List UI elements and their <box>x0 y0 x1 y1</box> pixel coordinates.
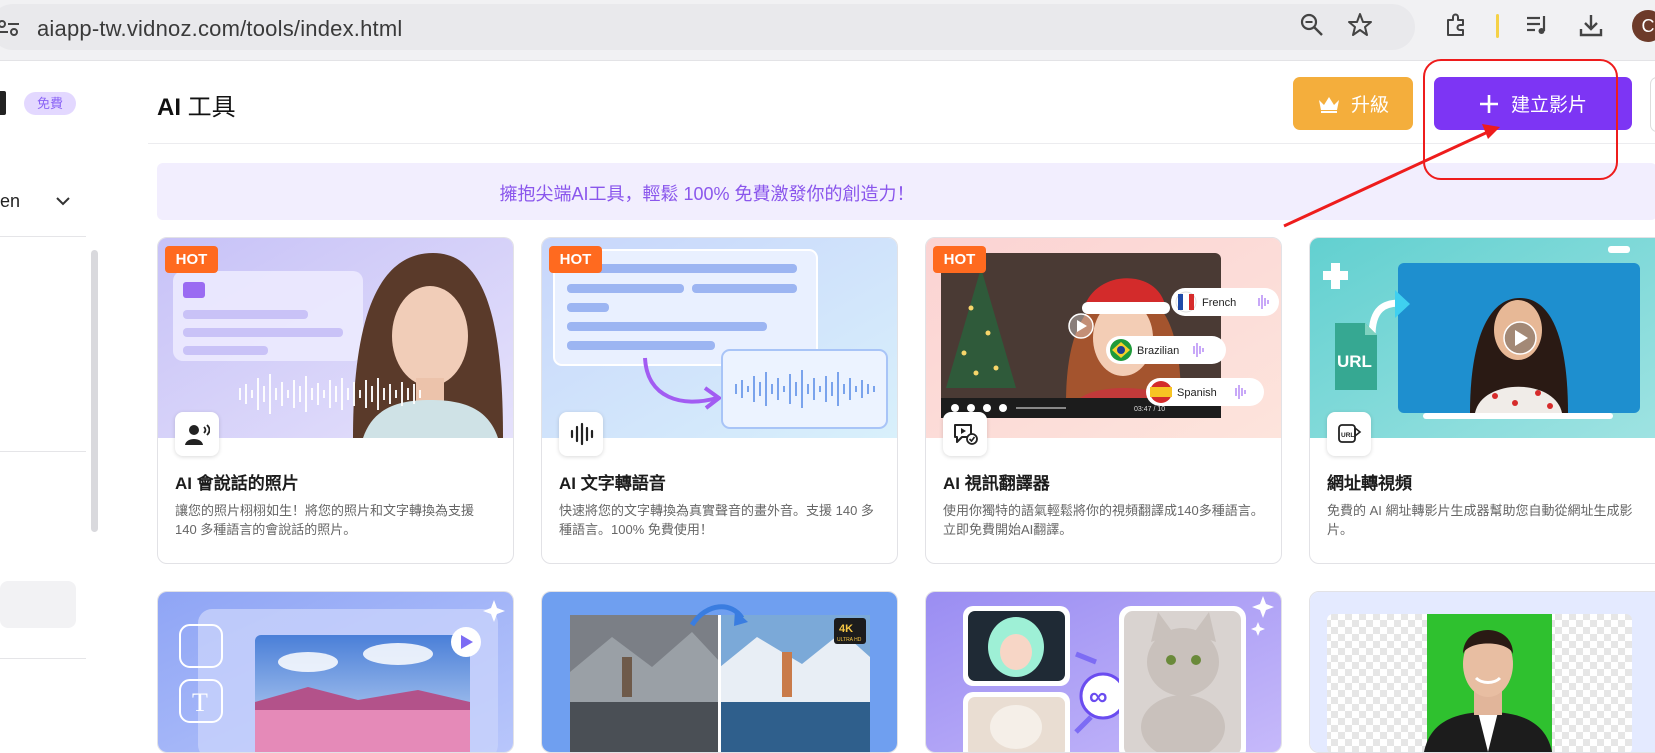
url-video-icon: URL <box>1327 412 1371 456</box>
svg-text:∞: ∞ <box>1089 681 1108 711</box>
banner-text: 擁抱尖端AI工具，輕鬆 100% 免費激發你的創造力！ <box>499 184 915 204</box>
audio-waveform-icon <box>559 412 603 456</box>
card-thumbnail: ∞ <box>926 592 1281 752</box>
card-thumbnail: 03:47 / 10 French Brazilian Spanish HOT <box>926 238 1281 438</box>
card-thumbnail <box>1310 592 1655 752</box>
talking-head-icon <box>175 412 219 456</box>
language-pill-french: French <box>1171 288 1279 316</box>
svg-text:French: French <box>1202 297 1236 309</box>
card-title: AI 視訊翻譯器 <box>943 474 1050 493</box>
card-thumbnail: URL <box>1310 238 1655 438</box>
card-thumbnail: T <box>158 592 513 752</box>
card-description: 使用你獨特的語氣輕鬆將你的視頻翻譯成140多種語言。立即免費開始AI翻譯。 <box>943 503 1264 537</box>
free-badge: 免費 <box>24 92 76 115</box>
card-description: 讓您的照片栩栩如生！將您的照片和文字轉換為支援 140 多種語言的會說話的照片。 <box>175 503 475 537</box>
extensions-icon[interactable] <box>1443 12 1469 38</box>
sidebar-divider <box>0 451 86 452</box>
bookmark-star-icon[interactable] <box>1347 12 1373 38</box>
annotation-highlight-box <box>1423 59 1618 180</box>
toolbar-separator <box>1496 14 1499 38</box>
media-playlist-icon[interactable] <box>1524 12 1550 38</box>
tool-card-ai-style-transfer[interactable]: ∞ <box>925 591 1282 753</box>
sidebar-scrollbar[interactable] <box>91 250 98 532</box>
card-thumbnail: HOT <box>542 238 897 438</box>
upgrade-label: 升級 <box>1350 95 1389 116</box>
card-description: 快速將您的文字轉換為真實聲音的畫外音。支援 140 多種語言。100% 免費使用… <box>559 503 874 537</box>
sidebar-divider <box>0 236 86 237</box>
svg-text:Spanish: Spanish <box>1177 387 1217 399</box>
zoom-icon[interactable] <box>1299 12 1325 38</box>
video-timecode: 03:47 / 10 <box>1134 406 1165 413</box>
hot-badge: HOT <box>165 246 218 273</box>
tool-card-background-remover[interactable] <box>1309 591 1655 753</box>
ultra-hd-label: ULTRA HD <box>837 637 862 643</box>
site-info-icon[interactable] <box>0 19 20 37</box>
tool-card-text-to-speech[interactable]: HOT AI 文字轉語音 快速將您的文字轉換為真實聲音的畫外音。支援 140 多… <box>541 237 898 564</box>
card-thumbnail: HOT <box>158 238 513 438</box>
tool-card-talking-photo[interactable]: HOT AI 會說話的照片 讓您的照片栩栩如生！將您的照片和文字轉換為支援 14… <box>157 237 514 564</box>
language-pill-brazilian: Brazilian <box>1106 336 1226 364</box>
svg-text:URL: URL <box>1341 432 1354 439</box>
tool-card-image-to-video[interactable]: T <box>157 591 514 753</box>
card-thumbnail: 4K ULTRA HD <box>542 592 897 752</box>
sidebar-logo-fragment <box>0 91 6 115</box>
sidebar-item-highlighted[interactable] <box>0 581 76 628</box>
page-title: AI 工具 <box>157 94 236 121</box>
browser-toolbar: aiapp-tw.vidnoz.com/tools/index.html C <box>0 0 1655 61</box>
url-text[interactable]: aiapp-tw.vidnoz.com/tools/index.html <box>37 16 402 42</box>
header-extra-button[interactable] <box>1650 77 1655 132</box>
hot-badge: HOT <box>933 246 986 273</box>
language-selector[interactable]: en <box>0 191 20 212</box>
svg-text:Brazilian: Brazilian <box>1137 345 1179 357</box>
card-description: 免費的 AI 網址轉影片生成器幫助您自動從網址生成影片。 <box>1327 503 1633 537</box>
svg-text:T: T <box>192 688 208 717</box>
crown-icon <box>1318 96 1339 113</box>
address-bar[interactable]: aiapp-tw.vidnoz.com/tools/index.html <box>0 4 1415 50</box>
card-title: AI 文字轉語音 <box>559 474 666 493</box>
tool-card-url-to-video[interactable]: URL URL 網址轉視頻 免費的 AI 網址轉影片生成器幫助您自動從網址生成影… <box>1309 237 1655 564</box>
url-label: URL <box>1337 352 1372 371</box>
upgrade-button[interactable]: 升級 <box>1293 77 1413 130</box>
card-title: 網址轉視頻 <box>1327 474 1412 493</box>
chevron-down-icon[interactable] <box>55 193 71 209</box>
tool-card-video-translator[interactable]: 03:47 / 10 French Brazilian Spanish HOT … <box>925 237 1282 564</box>
video-translate-icon <box>943 412 987 456</box>
card-title: AI 會說話的照片 <box>175 474 299 493</box>
hot-badge: HOT <box>549 246 602 273</box>
tool-card-video-enhancer[interactable]: 4K ULTRA HD <box>541 591 898 753</box>
profile-avatar[interactable]: C <box>1632 10 1655 42</box>
sidebar-divider <box>0 658 86 659</box>
4k-badge: 4K <box>839 623 853 635</box>
download-icon[interactable] <box>1578 12 1604 38</box>
language-pill-spanish: Spanish <box>1146 378 1264 406</box>
